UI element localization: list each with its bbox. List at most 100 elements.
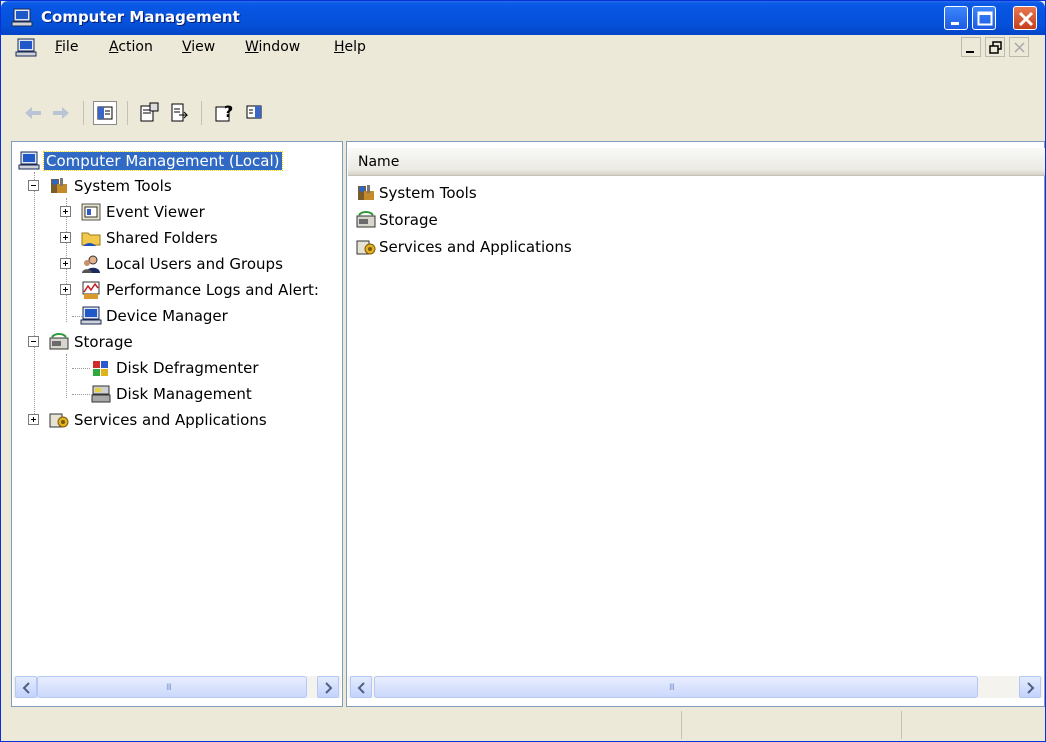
toolbar-separator xyxy=(201,101,202,125)
minus-icon xyxy=(31,185,36,186)
collapse-toggle[interactable] xyxy=(28,336,39,347)
tree-label: Computer Management (Local) xyxy=(43,151,283,171)
performance-logs-icon xyxy=(82,281,100,299)
back-icon xyxy=(25,107,41,119)
plus-icon xyxy=(31,417,36,422)
tree-item-local-users[interactable]: Local Users and Groups xyxy=(80,253,283,275)
restore-icon xyxy=(989,41,1002,54)
show-hide-console-tree-button[interactable] xyxy=(93,101,117,125)
menu-help[interactable]: Help xyxy=(334,39,366,55)
tree-item-root[interactable]: Computer Management (Local) xyxy=(18,150,283,172)
event-viewer-icon xyxy=(81,203,101,221)
status-cell xyxy=(901,711,1043,739)
storage-icon xyxy=(49,333,69,350)
show-hide-action-pane-icon xyxy=(246,105,262,119)
menu-file[interactable]: File xyxy=(55,39,78,55)
menu-action[interactable]: Action xyxy=(109,39,153,55)
status-bar xyxy=(1,709,1045,741)
scroll-left-button[interactable] xyxy=(15,676,37,698)
computer-icon xyxy=(11,8,33,27)
minimize-icon xyxy=(951,22,959,25)
expand-toggle[interactable] xyxy=(60,206,71,217)
tree-item-services-applications[interactable]: Services and Applications xyxy=(48,409,267,431)
chevron-right-icon xyxy=(1027,682,1035,694)
tree-connector xyxy=(66,354,67,398)
menu-bar: File Action View Window Help xyxy=(1,35,1045,61)
toolbar: ? xyxy=(1,63,1045,141)
tree-connector xyxy=(72,394,90,395)
tree-item-storage[interactable]: Storage xyxy=(48,331,133,353)
maximize-button[interactable] xyxy=(972,6,996,30)
computer-icon[interactable] xyxy=(15,38,37,58)
scroll-left-button[interactable] xyxy=(350,676,372,698)
scroll-thumb[interactable]: III xyxy=(37,676,307,698)
scroll-right-button[interactable] xyxy=(317,676,339,698)
forward-icon xyxy=(53,107,69,119)
properties-button[interactable] xyxy=(137,101,161,125)
scroll-thumb[interactable]: III xyxy=(374,676,978,698)
expand-toggle[interactable] xyxy=(60,258,71,269)
tree-item-disk-management[interactable]: Disk Management xyxy=(90,383,252,405)
toolbar-separator xyxy=(127,101,128,125)
tree-item-system-tools[interactable]: System Tools xyxy=(48,175,172,197)
column-header-name[interactable]: Name xyxy=(348,148,1045,176)
right-horizontal-scrollbar[interactable]: III xyxy=(348,676,1043,698)
help-button[interactable]: ? xyxy=(213,101,237,125)
computer-icon xyxy=(18,151,40,170)
chevron-left-icon xyxy=(22,682,30,694)
tree-item-performance-logs[interactable]: Performance Logs and Alert: xyxy=(80,279,319,301)
scroll-right-button[interactable] xyxy=(1019,676,1041,698)
storage-icon xyxy=(356,211,376,228)
menu-view[interactable]: View xyxy=(182,39,215,55)
status-cell xyxy=(681,711,901,739)
left-horizontal-scrollbar[interactable]: III xyxy=(13,676,341,698)
expand-toggle[interactable] xyxy=(60,284,71,295)
plus-icon xyxy=(63,209,68,214)
export-list-button[interactable] xyxy=(167,101,191,125)
system-tools-icon xyxy=(51,178,67,193)
list-item-services-applications[interactable]: Services and Applications xyxy=(355,236,572,258)
computer-management-window: Computer Management File Action View Win… xyxy=(0,0,1046,742)
maximize-icon xyxy=(977,11,993,26)
console-tree-pane[interactable]: Computer Management (Local) System Tools xyxy=(11,141,343,707)
device-manager-icon xyxy=(80,306,102,325)
plus-icon xyxy=(63,235,68,240)
details-pane[interactable]: Name System Tools Storage Services and A… xyxy=(346,141,1045,707)
title-bar[interactable]: Computer Management xyxy=(1,1,1045,35)
list-item-storage[interactable]: Storage xyxy=(355,209,438,231)
show-hide-action-pane-button[interactable] xyxy=(243,101,267,125)
menu-window[interactable]: Window xyxy=(245,39,300,55)
shared-folder-icon xyxy=(81,232,101,246)
close-icon xyxy=(1014,42,1025,53)
collapse-toggle[interactable] xyxy=(28,180,39,191)
export-list-icon xyxy=(171,103,189,122)
toolbar-separator xyxy=(83,101,84,125)
forward-button[interactable] xyxy=(49,101,73,125)
expand-toggle[interactable] xyxy=(28,414,39,425)
system-tools-icon xyxy=(358,185,374,200)
tree-item-disk-defragmenter[interactable]: Disk Defragmenter xyxy=(90,357,259,379)
mdi-minimize-button[interactable] xyxy=(961,37,981,57)
services-applications-icon xyxy=(49,413,69,428)
close-button[interactable] xyxy=(1013,6,1037,30)
svg-text:?: ? xyxy=(224,102,233,121)
list-item-system-tools[interactable]: System Tools xyxy=(355,182,477,204)
disk-defragmenter-icon xyxy=(93,361,108,376)
mdi-restore-button[interactable] xyxy=(985,37,1005,57)
window-title: Computer Management xyxy=(41,8,240,26)
tree-item-event-viewer[interactable]: Event Viewer xyxy=(80,201,205,223)
minimize-button[interactable] xyxy=(944,6,968,30)
chevron-left-icon xyxy=(357,682,365,694)
close-icon xyxy=(1018,11,1034,27)
properties-icon xyxy=(140,102,159,122)
tree-connector xyxy=(34,172,35,420)
show-hide-console-tree-icon xyxy=(97,106,113,120)
plus-icon xyxy=(63,287,68,292)
mdi-close-button[interactable] xyxy=(1009,37,1029,57)
minus-icon xyxy=(31,341,36,342)
tree-item-device-manager[interactable]: Device Manager xyxy=(80,305,228,327)
back-button[interactable] xyxy=(21,101,45,125)
services-applications-icon xyxy=(356,240,376,255)
tree-item-shared-folders[interactable]: Shared Folders xyxy=(80,227,218,249)
expand-toggle[interactable] xyxy=(60,232,71,243)
